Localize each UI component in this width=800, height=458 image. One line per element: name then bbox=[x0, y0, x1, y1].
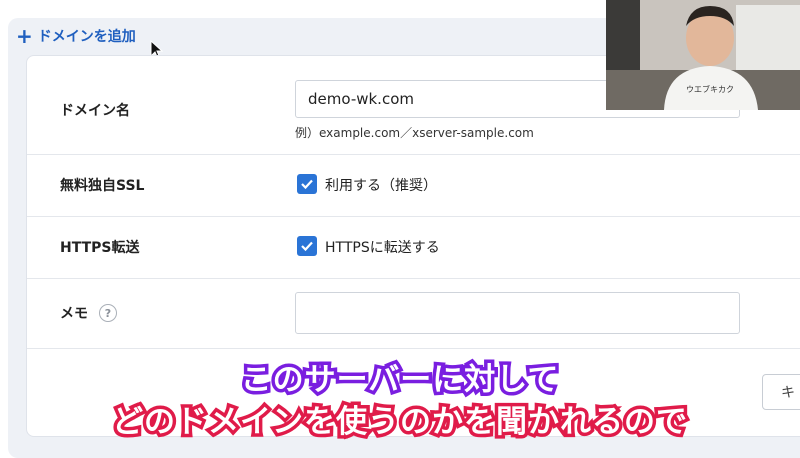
subtitle-line-1: このサーバーに対して bbox=[237, 359, 562, 402]
webcam-overlay: ウエブキカク bbox=[606, 0, 800, 110]
memo-input[interactable] bbox=[295, 292, 740, 334]
plus-icon: + bbox=[16, 24, 33, 48]
presenter-image: ウエブキカク bbox=[606, 0, 800, 110]
memo-label: メモ bbox=[60, 306, 88, 322]
https-checkbox[interactable] bbox=[297, 236, 317, 256]
add-domain-link[interactable]: + ドメインを追加 bbox=[16, 24, 136, 48]
memo-row: メモ ? bbox=[27, 278, 800, 349]
ssl-label: 無料独自SSL bbox=[60, 178, 145, 194]
help-icon[interactable]: ? bbox=[99, 304, 117, 322]
domain-name-label: ドメイン名 bbox=[60, 103, 130, 119]
add-domain-label: ドメインを追加 bbox=[37, 29, 136, 45]
svg-text:ウエブキカク: ウエブキカク bbox=[686, 84, 734, 94]
https-row: HTTPS転送 HTTPSに転送する bbox=[27, 216, 800, 279]
https-checkbox-label: HTTPSに転送する bbox=[325, 240, 440, 256]
checkmark-icon bbox=[301, 241, 313, 252]
domain-name-hint: 例）example.com／xserver-sample.com bbox=[295, 126, 534, 140]
ssl-row: 無料独自SSL 利用する（推奨） bbox=[27, 154, 800, 217]
ssl-checkbox[interactable] bbox=[297, 174, 317, 194]
ssl-checkbox-label: 利用する（推奨） bbox=[325, 178, 437, 194]
checkmark-icon bbox=[301, 179, 313, 190]
https-label: HTTPS転送 bbox=[60, 240, 140, 256]
subtitle-line-2: どのドメインを使うのかを聞かれるので bbox=[109, 401, 691, 444]
